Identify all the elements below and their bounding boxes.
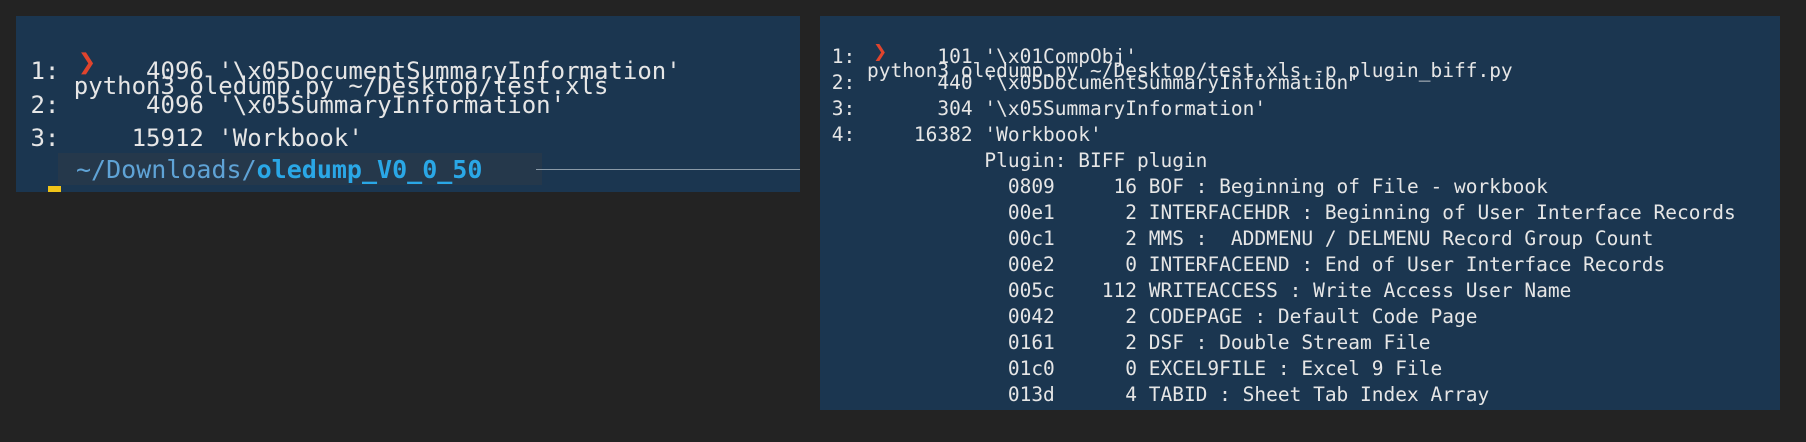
output-line: 1: 101 '\x01CompObj' [820, 45, 1137, 68]
biff-record-row: 013d 4 TABID : Sheet Tab Index Array [820, 383, 1490, 406]
plugin-header: Plugin: BIFF plugin [820, 149, 1208, 172]
prompt-divider [536, 169, 800, 170]
right-terminal[interactable]: ❯ python3 oledump.py ~/Desktop/test.xls … [820, 16, 1780, 410]
left-terminal[interactable]: ❯ python3 oledump.py ~/Desktop/test.xls … [16, 16, 800, 192]
biff-record-row: 0042 2 CODEPAGE : Default Code Page [820, 305, 1478, 328]
biff-record-row: 00e2 0 INTERFACEEND : End of User Interf… [820, 253, 1666, 276]
output-line: 3: 15912 'Workbook' [16, 124, 363, 152]
biff-record-row: 0809 16 BOF : Beginning of File - workbo… [820, 175, 1548, 198]
path-home: ~/ [76, 155, 107, 184]
output-line: 1: 4096 '\x05DocumentSummaryInformation' [16, 57, 681, 85]
path-current-folder: oledump_V0_0_50 [256, 155, 483, 184]
current-directory: ~/Downloads/oledump_V0_0_50 [76, 157, 482, 182]
path-directory: Downloads/ [106, 155, 257, 184]
biff-record-row: 00c1 2 MMS : ADDMENU / DELMENU Record Gr… [820, 227, 1654, 250]
biff-record-row: 00e1 2 INTERFACEHDR : Beginning of User … [820, 201, 1736, 224]
output-line: 3: 304 '\x05SummaryInformation' [820, 97, 1267, 120]
output-line: 2: 4096 '\x05SummaryInformation' [16, 91, 566, 119]
biff-record-row: 0161 2 DSF : Double Stream File [820, 331, 1431, 354]
biff-record-row: 005c 112 WRITEACCESS : Write Access User… [820, 279, 1572, 302]
output-line: 4: 16382 'Workbook' [820, 123, 1102, 146]
biff-record-row: 01c0 0 EXCEL9FILE : Excel 9 File [820, 357, 1443, 380]
output-line: 2: 440 '\x05DocumentSummaryInformation' [820, 71, 1361, 94]
text-cursor [48, 186, 61, 192]
